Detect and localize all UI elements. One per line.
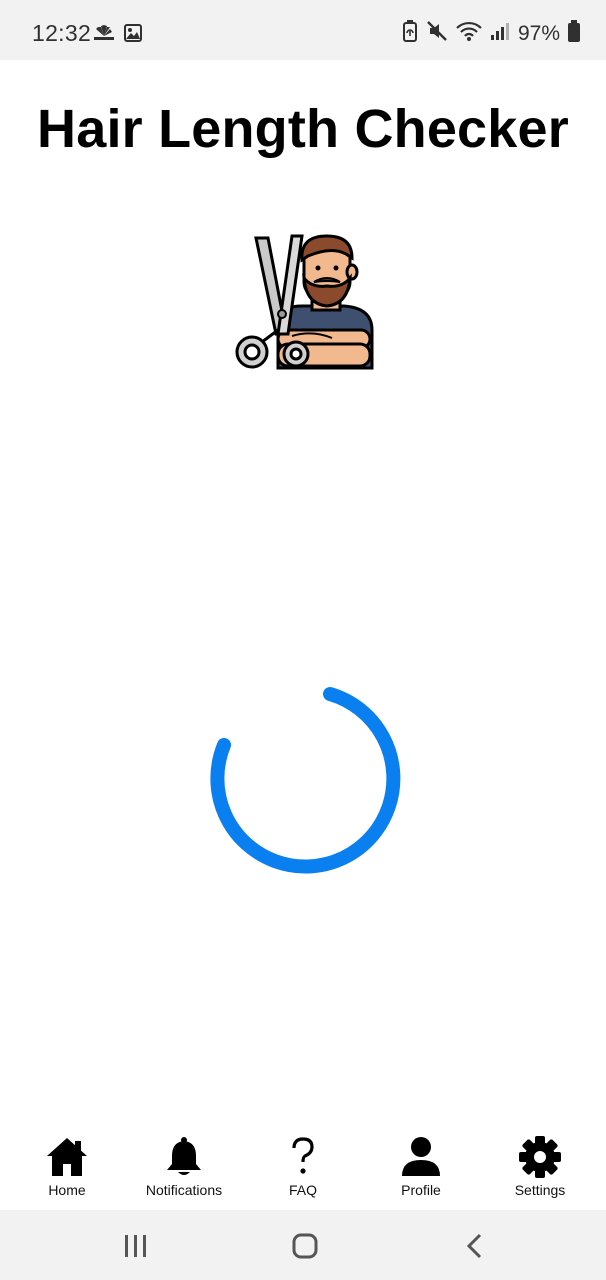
system-nav-bar <box>0 1210 606 1280</box>
question-icon <box>281 1136 325 1178</box>
battery-percent: 97% <box>517 21 560 45</box>
page-title: Hair Length Checker <box>37 99 569 159</box>
barber-with-scissors-icon <box>232 230 376 374</box>
wifi-icon <box>456 20 482 47</box>
nav-label-home: Home <box>48 1182 86 1198</box>
status-bar: 12:32 97% <box>0 0 606 60</box>
status-right-icons: 97% <box>402 20 580 47</box>
signal-icon <box>490 21 510 46</box>
battery-saver-icon <box>402 20 418 47</box>
nav-item-faq[interactable]: FAQ <box>244 1126 362 1210</box>
nav-label-settings: Settings <box>514 1182 566 1198</box>
cnbc-icon <box>92 24 116 47</box>
battery-icon <box>568 20 580 47</box>
home-icon <box>45 1136 89 1178</box>
app-screen: 12:32 97% Hair Length Checker Home Notif… <box>0 0 606 1280</box>
mute-icon <box>426 20 448 47</box>
bottom-nav: Home Notifications FAQ Profile Settings <box>0 1126 606 1210</box>
gallery-icon <box>124 24 142 47</box>
nav-item-settings[interactable]: Settings <box>481 1126 599 1210</box>
loading-spinner <box>200 682 406 882</box>
bell-icon <box>162 1136 206 1178</box>
nav-item-home[interactable]: Home <box>8 1126 126 1210</box>
home-button[interactable] <box>287 1232 323 1260</box>
gear-icon <box>518 1136 562 1178</box>
status-time: 12:32 <box>32 20 92 46</box>
back-button[interactable] <box>456 1232 492 1260</box>
nav-item-notifications[interactable]: Notifications <box>125 1126 243 1210</box>
status-left-icons <box>92 24 142 47</box>
nav-label-profile: Profile <box>401 1182 441 1198</box>
nav-label-notifications: Notifications <box>145 1182 223 1198</box>
nav-item-profile[interactable]: Profile <box>362 1126 480 1210</box>
recents-button[interactable] <box>118 1232 154 1260</box>
nav-label-faq: FAQ <box>288 1182 317 1198</box>
person-icon <box>399 1136 443 1178</box>
